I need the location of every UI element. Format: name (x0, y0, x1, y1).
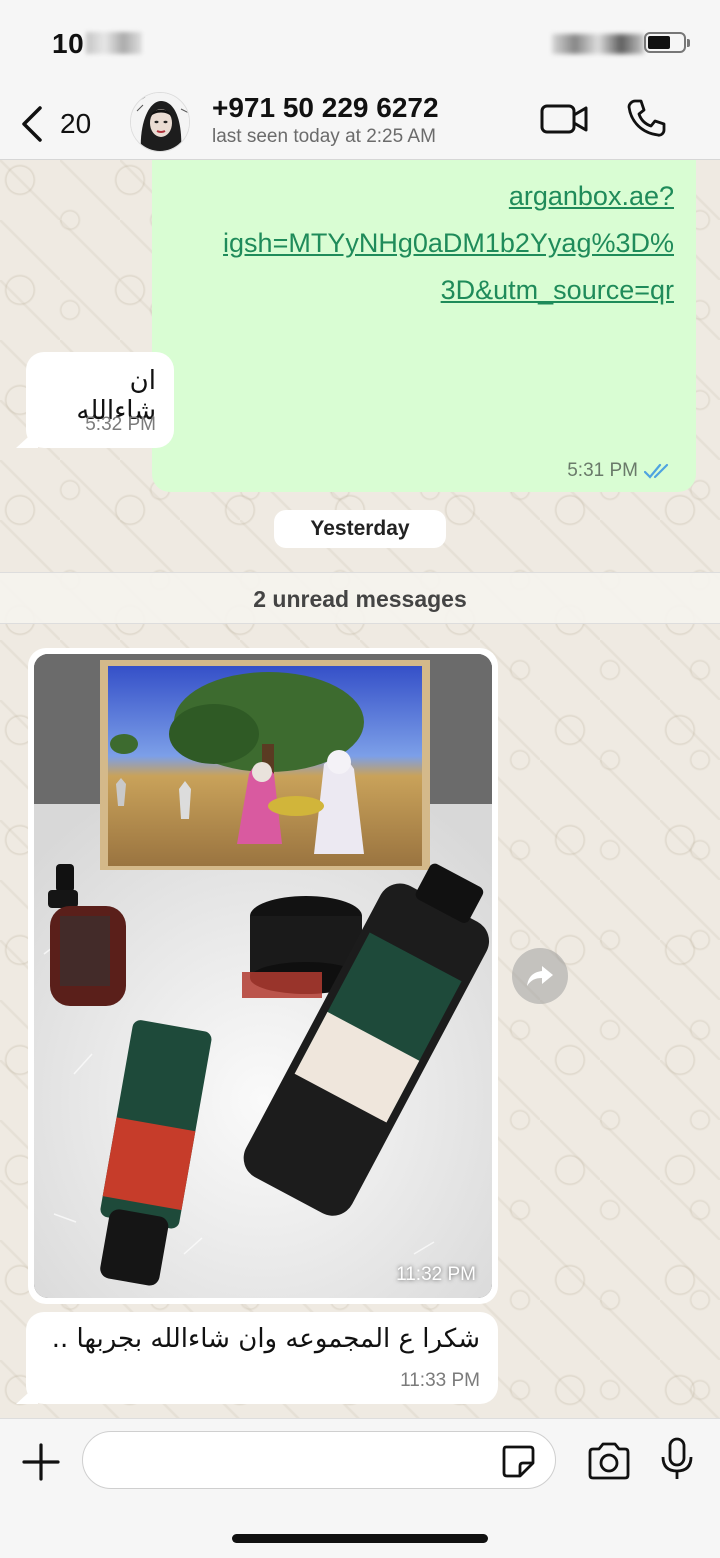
message-text: شكرا ع المجموعه وان شاءالله بجربها .. (51, 1324, 480, 1354)
message-input[interactable] (82, 1431, 556, 1489)
home-indicator (232, 1534, 488, 1543)
image-message[interactable]: 11:32 PM (28, 648, 498, 1304)
status-time: 10 (52, 28, 85, 59)
phone-icon[interactable] (626, 98, 666, 138)
status-time-redaction (86, 32, 142, 54)
read-ticks-icon (644, 463, 669, 479)
chevron-left-icon (22, 106, 42, 142)
battery-icon (644, 32, 690, 53)
avatar-image (131, 93, 189, 151)
message-link[interactable]: . arganbox.ae? igsh=MTYyNHg0aDM1b2Yyag%3… (174, 160, 674, 314)
plus-icon[interactable] (20, 1441, 62, 1483)
date-separator: Yesterday (274, 510, 446, 548)
message-meta: 5:31 PM (567, 460, 674, 482)
incoming-message[interactable]: شكرا ع المجموعه وان شاءالله بجربها .. 11… (26, 1312, 498, 1404)
message-time: 5:31 PM (567, 460, 638, 481)
avatar[interactable] (130, 92, 190, 152)
message-time: 5:32 PM (85, 414, 156, 435)
chat-area[interactable]: . arganbox.ae? igsh=MTYyNHg0aDM1b2Yyag%3… (0, 160, 720, 1418)
outgoing-message[interactable]: . arganbox.ae? igsh=MTYyNHg0aDM1b2Yyag%3… (152, 160, 696, 492)
status-bar: 10 (0, 0, 720, 88)
microphone-icon[interactable] (660, 1437, 694, 1481)
last-seen-status: last seen today at 2:25 AM (212, 126, 436, 147)
incoming-message[interactable]: ان شاءالله 5:32 PM (26, 352, 174, 448)
back-button[interactable]: 20 (20, 102, 91, 146)
message-time: 11:33 PM (400, 1370, 480, 1391)
unread-chats-count: 20 (60, 108, 92, 139)
forward-button[interactable] (512, 948, 568, 1004)
signal-wifi-redaction (552, 34, 644, 54)
photo-illustration (34, 654, 492, 1298)
unread-messages-banner: 2 unread messages (0, 572, 720, 624)
chat-header: 20 +971 50 229 6272 last seen today at 2… (0, 88, 720, 160)
link-line-3: 3D&utm_source=qr (440, 275, 674, 305)
message-time: 11:32 PM (396, 1264, 476, 1285)
product-photo[interactable]: 11:32 PM (34, 654, 492, 1298)
camera-icon[interactable] (586, 1441, 632, 1481)
contact-info[interactable]: +971 50 229 6272 last seen today at 2:25… (212, 92, 439, 148)
link-line-1: arganbox.ae? (508, 181, 674, 211)
sticker-icon[interactable] (500, 1443, 536, 1479)
video-call-icon[interactable] (540, 102, 588, 136)
forward-icon (527, 966, 553, 986)
contact-name: +971 50 229 6272 (212, 92, 439, 123)
link-line-2: igsh=MTYyNHg0aDM1b2Yyag%3D% (223, 228, 674, 258)
